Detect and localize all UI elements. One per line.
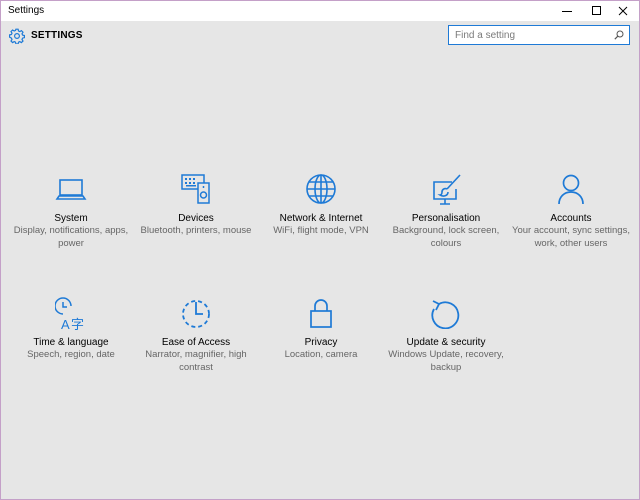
settings-header: SETTINGS	[1, 21, 639, 53]
person-icon	[558, 174, 584, 205]
svg-text:A: A	[61, 317, 70, 331]
close-icon	[618, 6, 628, 16]
svg-text:字: 字	[71, 318, 84, 331]
tile-label: Network & Internet	[279, 213, 363, 224]
tile-personalisation[interactable]: Personalisation Background, lock screen,…	[382, 173, 510, 250]
globe-icon	[306, 174, 336, 204]
maximize-icon	[592, 6, 601, 15]
tile-description: Display, notifications, apps, power	[13, 225, 129, 249]
clock-language-icon: A 字	[55, 297, 84, 331]
window-title: Settings	[8, 5, 45, 16]
tile-ease-of-access[interactable]: Ease of Access Narrator, magnifier, high…	[132, 297, 260, 374]
tile-label: Update & security	[406, 337, 486, 348]
tile-description: WiFi, flight mode, VPN	[273, 225, 369, 236]
tile-description: Narrator, magnifier, high contrast	[145, 349, 247, 373]
tile-label: Accounts	[550, 213, 592, 224]
tile-description: Your account, sync settings, work, other…	[512, 225, 630, 249]
search-box[interactable]	[448, 25, 630, 45]
tile-description: Windows Update, recovery, backup	[388, 349, 504, 373]
gear-icon	[9, 28, 25, 44]
laptop-icon	[55, 179, 87, 200]
search-icon[interactable]	[614, 30, 624, 40]
tile-system[interactable]: System Display, notifications, apps, pow…	[7, 173, 135, 250]
tile-time-language[interactable]: A 字 Time & language Speech, region, date	[7, 297, 135, 362]
page-title: SETTINGS	[31, 30, 83, 41]
lock-icon	[310, 299, 332, 328]
tile-description: Location, camera	[284, 349, 358, 360]
tile-accounts[interactable]: Accounts Your account, sync settings, wo…	[507, 173, 635, 250]
tile-privacy[interactable]: Privacy Location, camera	[257, 297, 385, 362]
tile-label: Personalisation	[411, 213, 481, 224]
search-input[interactable]	[455, 28, 605, 42]
tile-update-security[interactable]: Update & security Windows Update, recove…	[382, 297, 510, 374]
tile-label: System	[54, 213, 88, 224]
refresh-icon	[431, 300, 460, 329]
tile-label: Devices	[178, 213, 214, 224]
tile-label: Ease of Access	[161, 337, 231, 348]
tile-network-internet[interactable]: Network & Internet WiFi, flight mode, VP…	[257, 173, 385, 238]
tile-description: Speech, region, date	[27, 349, 115, 360]
tile-description: Background, lock screen, colours	[392, 225, 500, 249]
title-bar[interactable]: Settings	[1, 1, 639, 21]
paintbrush-icon	[433, 174, 461, 205]
ease-of-access-icon	[182, 300, 210, 328]
tile-devices[interactable]: Devices Bluetooth, printers, mouse	[132, 173, 260, 238]
minimize-icon	[562, 11, 572, 12]
minimize-button[interactable]	[552, 1, 582, 21]
tile-label: Time & language	[33, 337, 109, 348]
settings-window: Settings SETTINGS Find a setting System …	[0, 0, 640, 500]
devices-icon	[181, 174, 210, 204]
tile-label: Privacy	[304, 337, 338, 348]
tile-description: Bluetooth, printers, mouse	[140, 225, 252, 236]
close-button[interactable]	[608, 1, 638, 21]
